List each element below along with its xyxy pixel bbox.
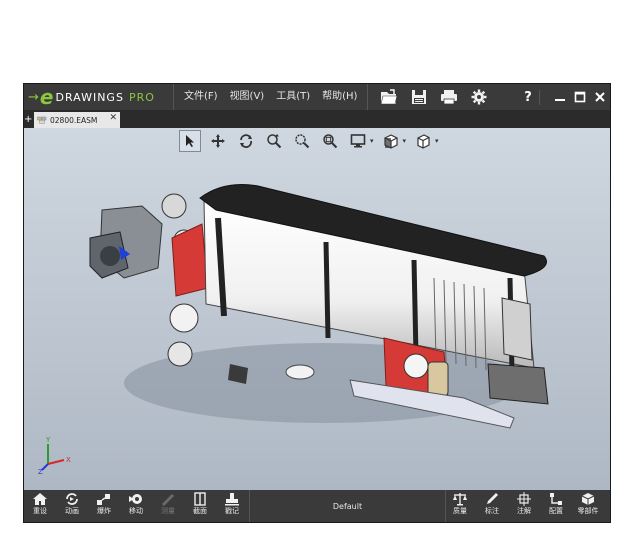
bottom-tools-left: 重设 动画 爆炸 移动 测量 截面 戳记 — [24, 490, 248, 522]
save-icon[interactable] — [408, 86, 430, 108]
animate-button[interactable]: 动画 — [56, 490, 88, 522]
help-button[interactable]: ? — [517, 89, 540, 105]
edrawings-window: → e DRAWINGS PRO 文件(F) 视图(V) 工具(T) 帮助(H) — [24, 84, 610, 522]
mass-icon — [453, 493, 467, 506]
configuration-label[interactable]: Default — [249, 490, 446, 522]
new-tab-icon[interactable]: + — [24, 114, 32, 126]
left-pulley — [169, 303, 199, 333]
mass-properties-button[interactable]: 质量 — [444, 490, 476, 522]
explode-icon — [97, 494, 110, 505]
move-button[interactable]: 移动 — [120, 490, 152, 522]
markup-button[interactable]: 标注 — [476, 490, 508, 522]
logo-pro: PRO — [128, 90, 155, 104]
engine-model — [89, 184, 549, 429]
config-icon — [550, 493, 562, 505]
left-lower-pulley — [167, 341, 193, 367]
cylinder-part — [285, 364, 315, 380]
app-logo: → e DRAWINGS PRO — [24, 84, 174, 110]
menu-view[interactable]: 视图(V) — [224, 84, 271, 110]
menu-help[interactable]: 帮助(H) — [316, 84, 363, 110]
bottom-tools-right: 质量 标注 注解 配置 零部件 — [444, 490, 604, 522]
measure-button: 测量 — [152, 490, 184, 522]
menu-bar: 文件(F) 视图(V) 工具(T) 帮助(H) — [174, 84, 369, 110]
annotation-icon — [517, 492, 531, 506]
move-icon — [129, 494, 142, 504]
annotation-button[interactable]: 注解 — [508, 490, 540, 522]
logo-arrow-icon: → — [28, 89, 39, 105]
main-toolbar — [368, 84, 494, 110]
stamp-icon — [225, 493, 239, 506]
home-icon — [33, 493, 47, 505]
tab-close-icon[interactable]: ✕ — [109, 113, 117, 123]
bottom-toolbar: 重设 动画 爆炸 移动 测量 截面 戳记 Default 质量 标注 注解 配置… — [24, 490, 610, 522]
axis-x-label: X — [66, 456, 71, 464]
oil-filter — [427, 361, 449, 397]
measure-icon — [162, 494, 174, 506]
menu-file[interactable]: 文件(F) — [178, 84, 224, 110]
close-icon[interactable] — [590, 87, 610, 107]
tab-document[interactable]: 02800.EASM ✕ — [34, 112, 120, 128]
main-housing — [199, 184, 547, 373]
starter-motor — [487, 363, 549, 405]
title-bar: → e DRAWINGS PRO 文件(F) 视图(V) 工具(T) 帮助(H) — [24, 84, 610, 110]
minimize-icon[interactable] — [550, 87, 570, 107]
gear-icon[interactable] — [468, 86, 490, 108]
animate-icon — [66, 493, 78, 505]
section-button[interactable]: 截面 — [184, 490, 216, 522]
right-pulley — [403, 353, 429, 379]
logo-e-icon: e — [39, 85, 54, 109]
tab-label: 02800.EASM — [50, 115, 98, 125]
axis-z-label: Z — [38, 468, 43, 474]
document-tab-bar: + 02800.EASM ✕ — [24, 110, 610, 128]
window-controls: ? — [517, 84, 610, 110]
right-components — [501, 297, 533, 361]
logo-text: DRAWINGS — [55, 90, 124, 104]
section-icon — [194, 492, 206, 506]
axis-triad: Y X Z — [38, 436, 71, 474]
markup-icon — [487, 493, 498, 504]
configurations-button[interactable]: 配置 — [540, 490, 572, 522]
assembly-icon — [37, 116, 47, 124]
maximize-icon[interactable] — [570, 87, 590, 107]
components-button[interactable]: 零部件 — [572, 490, 604, 522]
print-icon[interactable] — [438, 86, 460, 108]
open-file-icon[interactable] — [378, 86, 400, 108]
reset-button[interactable]: 重设 — [24, 490, 56, 522]
3d-viewport[interactable]: ▾ ▾ ▾ Y X Z — [24, 128, 610, 490]
explode-button[interactable]: 爆炸 — [88, 490, 120, 522]
menu-tools[interactable]: 工具(T) — [270, 84, 316, 110]
axis-y-label: Y — [45, 436, 51, 444]
components-icon — [581, 493, 595, 505]
stamp-button[interactable]: 戳记 — [216, 490, 248, 522]
